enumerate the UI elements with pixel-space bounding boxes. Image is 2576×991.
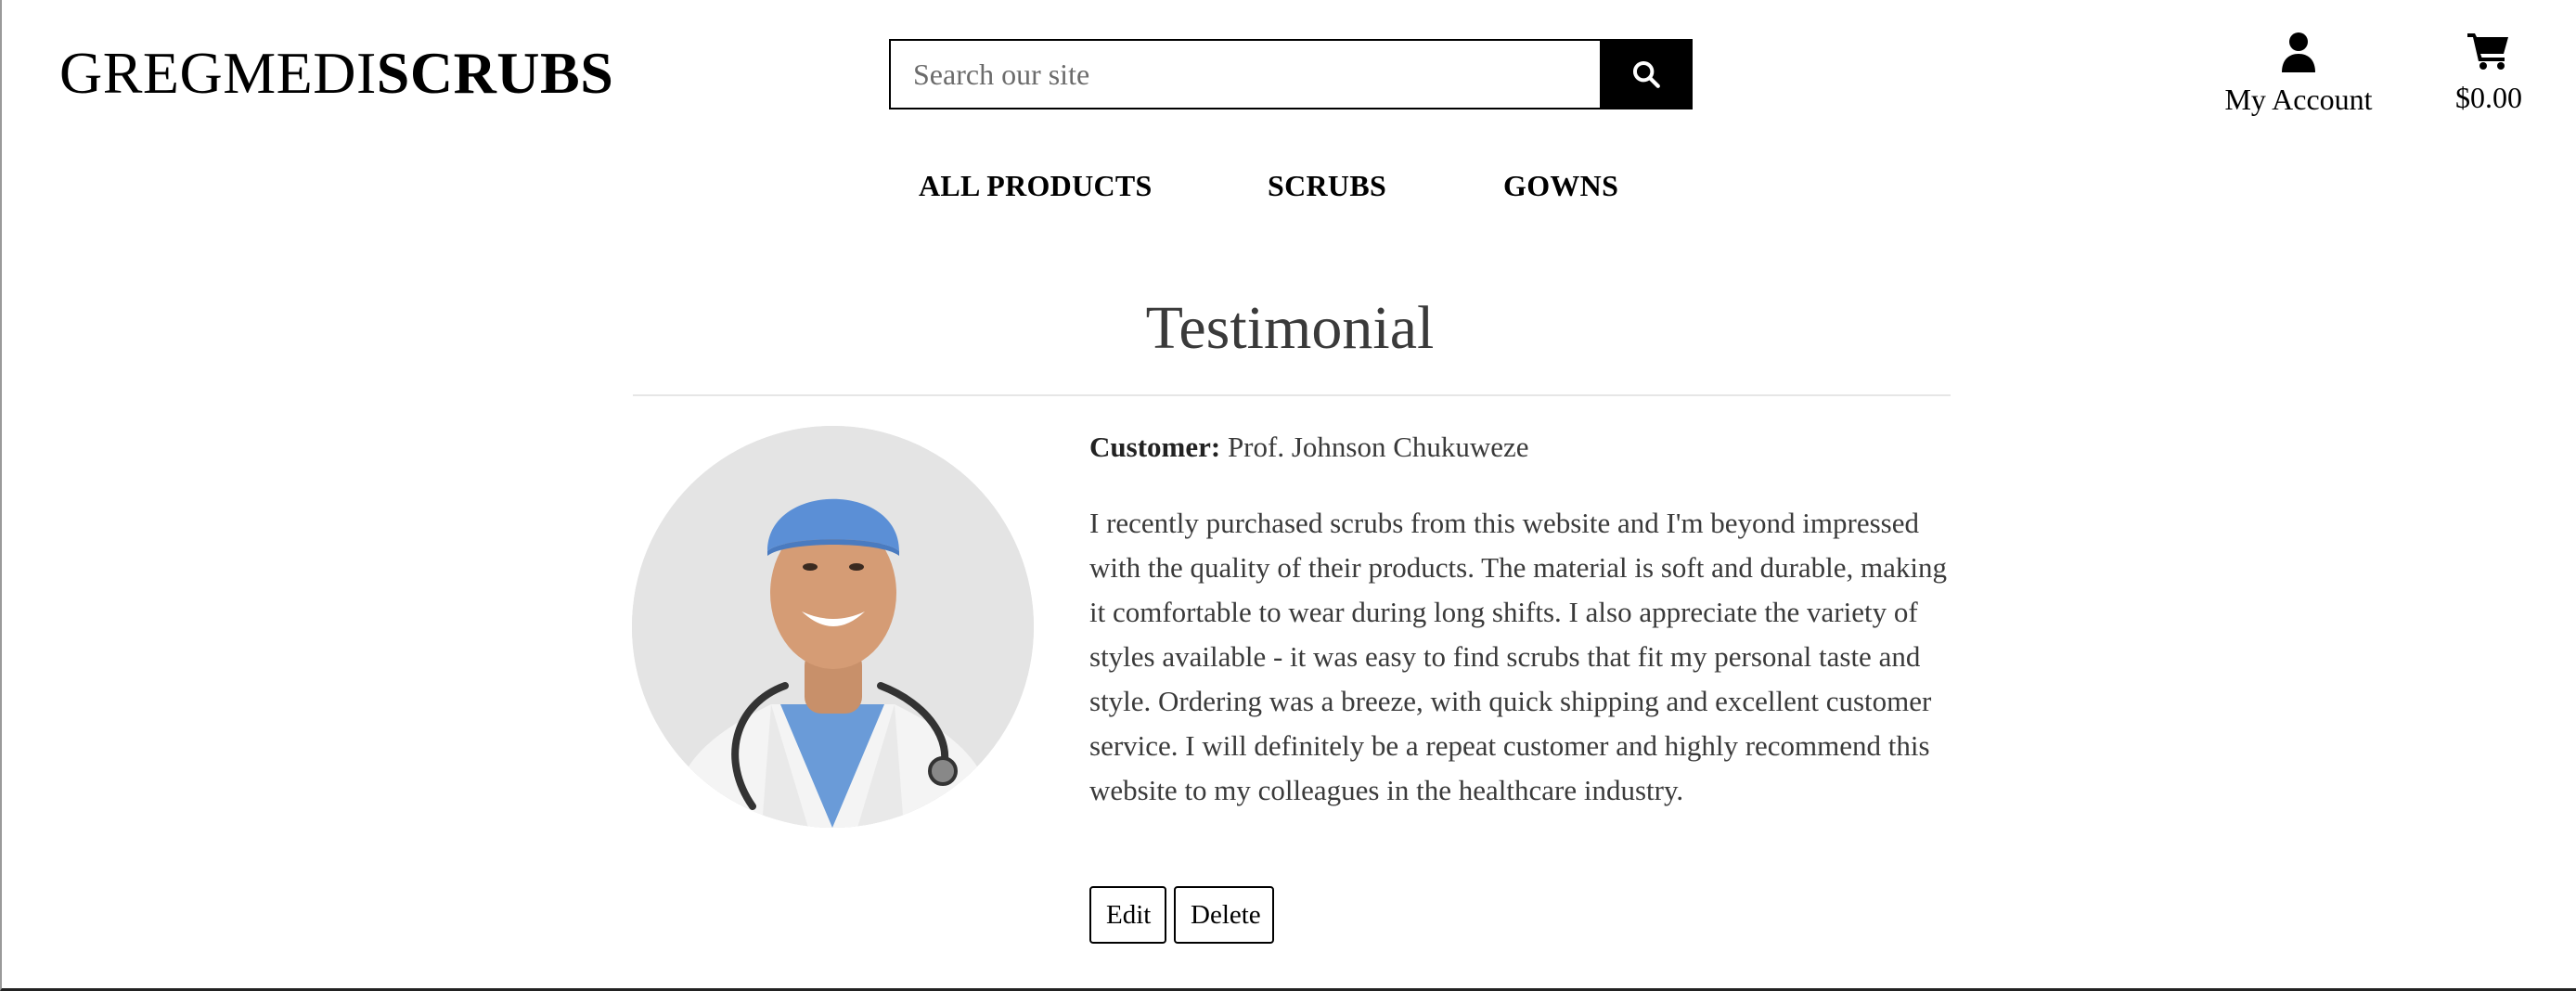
nav-scrubs[interactable]: SCRUBS: [1268, 165, 1386, 206]
edit-button[interactable]: Edit: [1089, 886, 1166, 944]
cart-total: $0.00: [2455, 81, 2522, 114]
cart-link[interactable]: $0.00: [2433, 26, 2544, 117]
search-bar: [889, 39, 1693, 109]
search-input[interactable]: [889, 39, 1600, 109]
brand-name-part-2: SCRUBS: [376, 40, 614, 106]
user-icon: [2282, 32, 2315, 72]
search-button[interactable]: [1600, 39, 1693, 109]
my-account-link[interactable]: My Account: [2210, 28, 2387, 119]
customer-line: Customer: Prof. Johnson Chukuweze: [1089, 429, 1529, 466]
nav-gowns[interactable]: GOWNS: [1503, 165, 1618, 206]
brand-name-part-1: GREGMEDI: [59, 40, 377, 106]
customer-label: Customer:: [1089, 431, 1221, 463]
customer-avatar: [632, 426, 1034, 828]
brand-logo[interactable]: GREGMEDISCRUBS: [59, 35, 613, 111]
title-divider: [633, 394, 1951, 396]
testimonial-text: I recently purchased scrubs from this we…: [1089, 507, 1948, 806]
page-title: Testimonial: [1145, 294, 1435, 362]
nav-all-products[interactable]: ALL PRODUCTS: [919, 165, 1153, 206]
delete-button[interactable]: Delete: [1174, 886, 1274, 944]
search-icon: [1632, 60, 1660, 88]
cart-icon: [2467, 33, 2508, 70]
customer-name: Prof. Johnson Chukuweze: [1227, 431, 1529, 463]
my-account-label: My Account: [2224, 83, 2373, 116]
